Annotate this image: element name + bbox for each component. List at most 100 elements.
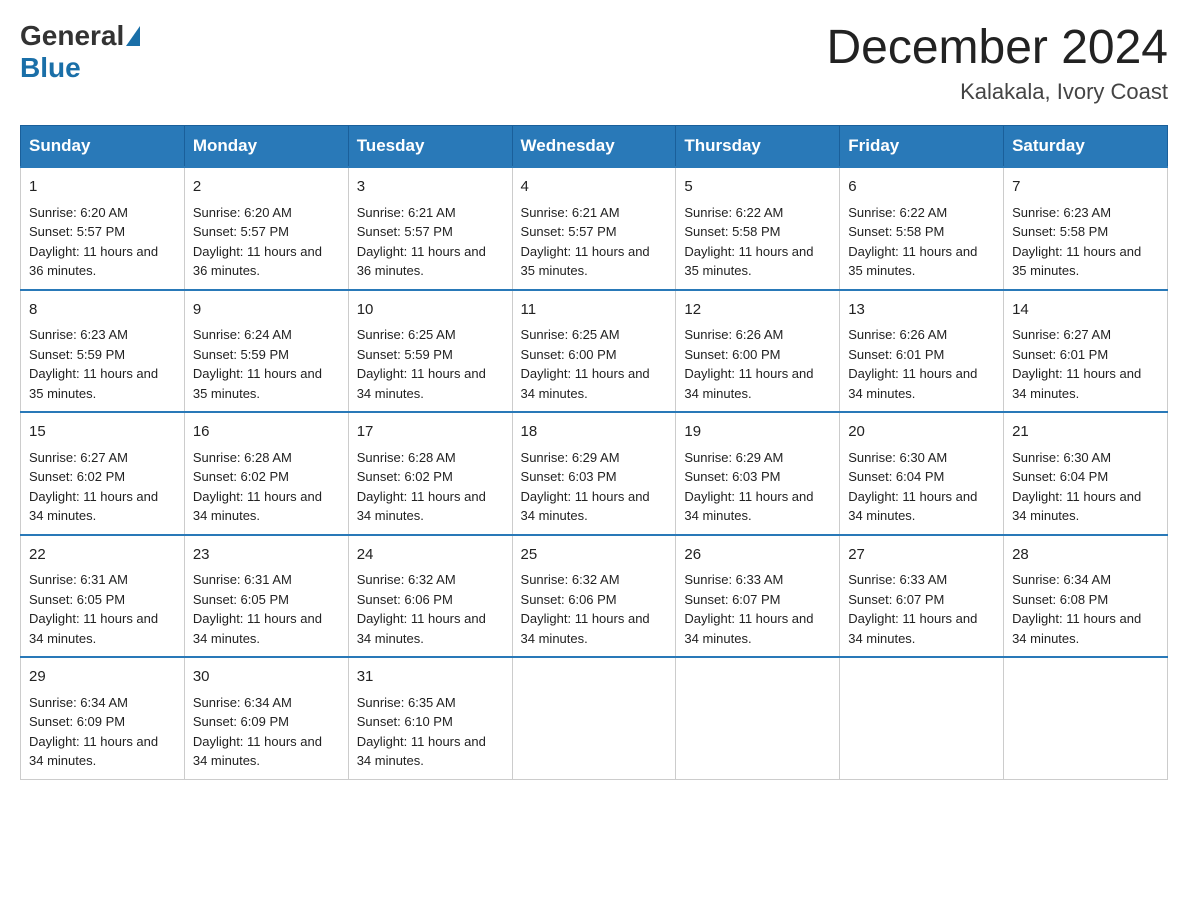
day-number: 9 bbox=[193, 299, 340, 322]
day-info: Sunrise: 6:23 AMSunset: 5:59 PMDaylight:… bbox=[29, 327, 158, 401]
calendar-cell: 31 Sunrise: 6:35 AMSunset: 6:10 PMDaylig… bbox=[348, 657, 512, 779]
calendar-cell: 8 Sunrise: 6:23 AMSunset: 5:59 PMDayligh… bbox=[21, 290, 185, 413]
day-number: 4 bbox=[521, 176, 668, 199]
day-number: 12 bbox=[684, 299, 831, 322]
day-number: 6 bbox=[848, 176, 995, 199]
day-info: Sunrise: 6:22 AMSunset: 5:58 PMDaylight:… bbox=[848, 205, 977, 279]
calendar-cell: 15 Sunrise: 6:27 AMSunset: 6:02 PMDaylig… bbox=[21, 412, 185, 535]
day-info: Sunrise: 6:26 AMSunset: 6:00 PMDaylight:… bbox=[684, 327, 813, 401]
day-info: Sunrise: 6:25 AMSunset: 6:00 PMDaylight:… bbox=[521, 327, 650, 401]
calendar-cell: 14 Sunrise: 6:27 AMSunset: 6:01 PMDaylig… bbox=[1004, 290, 1168, 413]
calendar-cell: 1 Sunrise: 6:20 AMSunset: 5:57 PMDayligh… bbox=[21, 167, 185, 290]
day-info: Sunrise: 6:21 AMSunset: 5:57 PMDaylight:… bbox=[521, 205, 650, 279]
calendar-cell: 20 Sunrise: 6:30 AMSunset: 6:04 PMDaylig… bbox=[840, 412, 1004, 535]
day-info: Sunrise: 6:27 AMSunset: 6:02 PMDaylight:… bbox=[29, 450, 158, 524]
day-of-week-header: Monday bbox=[184, 126, 348, 168]
day-info: Sunrise: 6:30 AMSunset: 6:04 PMDaylight:… bbox=[1012, 450, 1141, 524]
day-info: Sunrise: 6:32 AMSunset: 6:06 PMDaylight:… bbox=[521, 572, 650, 646]
calendar-cell: 23 Sunrise: 6:31 AMSunset: 6:05 PMDaylig… bbox=[184, 535, 348, 658]
day-info: Sunrise: 6:32 AMSunset: 6:06 PMDaylight:… bbox=[357, 572, 486, 646]
day-number: 7 bbox=[1012, 176, 1159, 199]
calendar-cell: 19 Sunrise: 6:29 AMSunset: 6:03 PMDaylig… bbox=[676, 412, 840, 535]
day-number: 28 bbox=[1012, 544, 1159, 567]
calendar-cell: 13 Sunrise: 6:26 AMSunset: 6:01 PMDaylig… bbox=[840, 290, 1004, 413]
calendar-cell: 21 Sunrise: 6:30 AMSunset: 6:04 PMDaylig… bbox=[1004, 412, 1168, 535]
day-number: 2 bbox=[193, 176, 340, 199]
day-number: 31 bbox=[357, 666, 504, 689]
page-header: General Blue December 2024 Kalakala, Ivo… bbox=[20, 20, 1168, 105]
day-info: Sunrise: 6:34 AMSunset: 6:08 PMDaylight:… bbox=[1012, 572, 1141, 646]
day-info: Sunrise: 6:31 AMSunset: 6:05 PMDaylight:… bbox=[29, 572, 158, 646]
day-info: Sunrise: 6:23 AMSunset: 5:58 PMDaylight:… bbox=[1012, 205, 1141, 279]
calendar-cell bbox=[840, 657, 1004, 779]
day-info: Sunrise: 6:30 AMSunset: 6:04 PMDaylight:… bbox=[848, 450, 977, 524]
day-info: Sunrise: 6:21 AMSunset: 5:57 PMDaylight:… bbox=[357, 205, 486, 279]
day-info: Sunrise: 6:26 AMSunset: 6:01 PMDaylight:… bbox=[848, 327, 977, 401]
calendar-cell: 16 Sunrise: 6:28 AMSunset: 6:02 PMDaylig… bbox=[184, 412, 348, 535]
day-info: Sunrise: 6:24 AMSunset: 5:59 PMDaylight:… bbox=[193, 327, 322, 401]
week-row: 29 Sunrise: 6:34 AMSunset: 6:09 PMDaylig… bbox=[21, 657, 1168, 779]
week-row: 8 Sunrise: 6:23 AMSunset: 5:59 PMDayligh… bbox=[21, 290, 1168, 413]
day-number: 22 bbox=[29, 544, 176, 567]
calendar-cell: 26 Sunrise: 6:33 AMSunset: 6:07 PMDaylig… bbox=[676, 535, 840, 658]
month-year-title: December 2024 bbox=[826, 20, 1168, 75]
logo-blue: Blue bbox=[20, 52, 81, 84]
calendar-cell: 9 Sunrise: 6:24 AMSunset: 5:59 PMDayligh… bbox=[184, 290, 348, 413]
day-number: 13 bbox=[848, 299, 995, 322]
day-info: Sunrise: 6:33 AMSunset: 6:07 PMDaylight:… bbox=[848, 572, 977, 646]
logo-text: General bbox=[20, 20, 142, 52]
day-info: Sunrise: 6:25 AMSunset: 5:59 PMDaylight:… bbox=[357, 327, 486, 401]
calendar-cell: 6 Sunrise: 6:22 AMSunset: 5:58 PMDayligh… bbox=[840, 167, 1004, 290]
calendar-cell: 28 Sunrise: 6:34 AMSunset: 6:08 PMDaylig… bbox=[1004, 535, 1168, 658]
day-info: Sunrise: 6:29 AMSunset: 6:03 PMDaylight:… bbox=[684, 450, 813, 524]
day-number: 21 bbox=[1012, 421, 1159, 444]
day-info: Sunrise: 6:35 AMSunset: 6:10 PMDaylight:… bbox=[357, 695, 486, 769]
calendar-cell: 7 Sunrise: 6:23 AMSunset: 5:58 PMDayligh… bbox=[1004, 167, 1168, 290]
day-of-week-header: Thursday bbox=[676, 126, 840, 168]
logo-triangle-icon bbox=[126, 26, 140, 46]
day-info: Sunrise: 6:20 AMSunset: 5:57 PMDaylight:… bbox=[29, 205, 158, 279]
week-row: 1 Sunrise: 6:20 AMSunset: 5:57 PMDayligh… bbox=[21, 167, 1168, 290]
day-number: 18 bbox=[521, 421, 668, 444]
day-number: 8 bbox=[29, 299, 176, 322]
day-info: Sunrise: 6:27 AMSunset: 6:01 PMDaylight:… bbox=[1012, 327, 1141, 401]
calendar-cell: 24 Sunrise: 6:32 AMSunset: 6:06 PMDaylig… bbox=[348, 535, 512, 658]
day-number: 5 bbox=[684, 176, 831, 199]
day-info: Sunrise: 6:31 AMSunset: 6:05 PMDaylight:… bbox=[193, 572, 322, 646]
day-number: 23 bbox=[193, 544, 340, 567]
day-info: Sunrise: 6:28 AMSunset: 6:02 PMDaylight:… bbox=[357, 450, 486, 524]
calendar-cell bbox=[676, 657, 840, 779]
week-row: 15 Sunrise: 6:27 AMSunset: 6:02 PMDaylig… bbox=[21, 412, 1168, 535]
calendar-cell: 4 Sunrise: 6:21 AMSunset: 5:57 PMDayligh… bbox=[512, 167, 676, 290]
calendar-cell: 27 Sunrise: 6:33 AMSunset: 6:07 PMDaylig… bbox=[840, 535, 1004, 658]
day-number: 16 bbox=[193, 421, 340, 444]
day-info: Sunrise: 6:34 AMSunset: 6:09 PMDaylight:… bbox=[29, 695, 158, 769]
day-info: Sunrise: 6:29 AMSunset: 6:03 PMDaylight:… bbox=[521, 450, 650, 524]
logo-general: General bbox=[20, 20, 124, 52]
location-subtitle: Kalakala, Ivory Coast bbox=[826, 79, 1168, 105]
day-number: 25 bbox=[521, 544, 668, 567]
logo: General Blue bbox=[20, 20, 142, 84]
day-of-week-header: Saturday bbox=[1004, 126, 1168, 168]
days-of-week-row: SundayMondayTuesdayWednesdayThursdayFrid… bbox=[21, 126, 1168, 168]
day-number: 10 bbox=[357, 299, 504, 322]
day-info: Sunrise: 6:33 AMSunset: 6:07 PMDaylight:… bbox=[684, 572, 813, 646]
day-number: 11 bbox=[521, 299, 668, 322]
calendar-cell: 22 Sunrise: 6:31 AMSunset: 6:05 PMDaylig… bbox=[21, 535, 185, 658]
calendar-cell bbox=[1004, 657, 1168, 779]
calendar-table: SundayMondayTuesdayWednesdayThursdayFrid… bbox=[20, 125, 1168, 780]
calendar-cell: 25 Sunrise: 6:32 AMSunset: 6:06 PMDaylig… bbox=[512, 535, 676, 658]
day-number: 19 bbox=[684, 421, 831, 444]
calendar-cell bbox=[512, 657, 676, 779]
calendar-cell: 3 Sunrise: 6:21 AMSunset: 5:57 PMDayligh… bbox=[348, 167, 512, 290]
day-info: Sunrise: 6:28 AMSunset: 6:02 PMDaylight:… bbox=[193, 450, 322, 524]
day-of-week-header: Friday bbox=[840, 126, 1004, 168]
day-number: 1 bbox=[29, 176, 176, 199]
day-info: Sunrise: 6:22 AMSunset: 5:58 PMDaylight:… bbox=[684, 205, 813, 279]
day-info: Sunrise: 6:20 AMSunset: 5:57 PMDaylight:… bbox=[193, 205, 322, 279]
calendar-cell: 18 Sunrise: 6:29 AMSunset: 6:03 PMDaylig… bbox=[512, 412, 676, 535]
day-number: 29 bbox=[29, 666, 176, 689]
day-of-week-header: Tuesday bbox=[348, 126, 512, 168]
day-number: 3 bbox=[357, 176, 504, 199]
calendar-cell: 12 Sunrise: 6:26 AMSunset: 6:00 PMDaylig… bbox=[676, 290, 840, 413]
